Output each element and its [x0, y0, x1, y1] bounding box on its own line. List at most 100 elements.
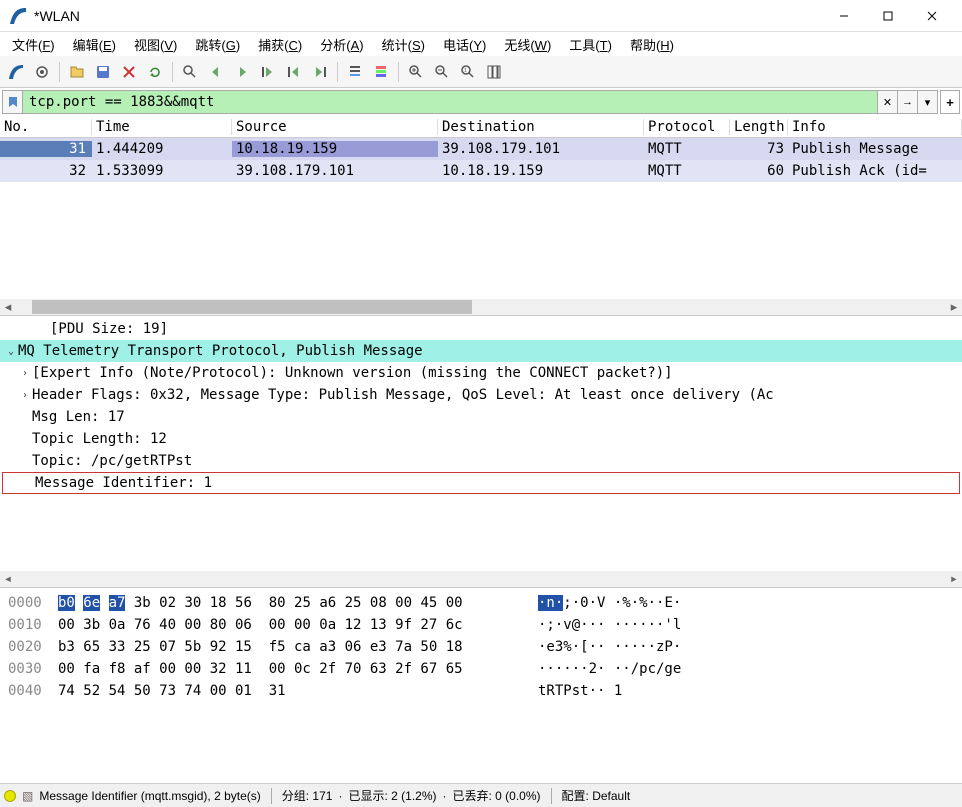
zoom-reset-button[interactable]: 1 [456, 60, 480, 84]
scroll-left-icon[interactable]: ◂ [0, 299, 16, 315]
display-filter-input[interactable] [22, 90, 878, 114]
capture-file-icon[interactable]: ▧ [22, 789, 33, 803]
cell-destination: 39.108.179.101 [438, 141, 644, 157]
close-file-button[interactable] [117, 60, 141, 84]
expander-icon[interactable]: ⌄ [4, 346, 18, 357]
expander-icon[interactable]: › [18, 368, 32, 379]
column-header-destination[interactable]: Destination [438, 119, 644, 135]
column-header-length[interactable]: Length [730, 119, 788, 135]
status-bar: ▧ Message Identifier (mqtt.msgid), 2 byt… [0, 783, 962, 807]
go-to-last-button[interactable] [308, 60, 332, 84]
hex-row[interactable]: 0000b0 6e a7 3b 02 30 18 56 80 25 a6 25 … [8, 592, 954, 614]
go-back-button[interactable] [204, 60, 228, 84]
scroll-right-icon[interactable]: ▸ [946, 299, 962, 315]
close-button[interactable] [910, 2, 954, 30]
hex-bytes: 00 fa f8 af 00 00 32 11 00 0c 2f 70 63 2… [58, 658, 538, 680]
minimize-button[interactable] [822, 2, 866, 30]
find-packet-button[interactable] [178, 60, 202, 84]
hex-ascii: ·;·v@··· ······'l [538, 617, 681, 633]
wireshark-fin-icon [8, 6, 28, 26]
column-header-info[interactable]: Info [788, 119, 962, 135]
go-to-packet-button[interactable] [256, 60, 280, 84]
packet-list-body[interactable]: 311.44420910.18.19.15939.108.179.101MQTT… [0, 138, 962, 299]
hex-ascii: ······2· ··/pc/ge [538, 661, 681, 677]
column-header-source[interactable]: Source [232, 119, 438, 135]
maximize-button[interactable] [866, 2, 910, 30]
menu-item[interactable]: 电话(Y) [435, 33, 494, 56]
hex-row[interactable]: 001000 3b 0a 76 40 00 80 06 00 00 0a 12 … [8, 614, 954, 636]
hex-ascii: ·e3%·[·· ·····zP· [538, 639, 681, 655]
reload-button[interactable] [143, 60, 167, 84]
tree-node-text: Header Flags: 0x32, Message Type: Publis… [32, 387, 774, 403]
colorize-button[interactable] [369, 60, 393, 84]
menu-item[interactable]: 文件(F) [4, 33, 63, 56]
filter-apply-button[interactable]: → [898, 90, 918, 114]
packet-details-pane: [PDU Size: 19]⌄MQ Telemetry Transport Pr… [0, 316, 962, 588]
column-header-time[interactable]: Time [92, 119, 232, 135]
menu-item[interactable]: 编辑(E) [65, 33, 124, 56]
scroll-right-icon[interactable]: ▸ [946, 571, 962, 587]
hex-row[interactable]: 003000 fa f8 af 00 00 32 11 00 0c 2f 70 … [8, 658, 954, 680]
tree-node[interactable]: ›[Expert Info (Note/Protocol): Unknown v… [0, 362, 962, 384]
menu-item[interactable]: 分析(A) [312, 33, 371, 56]
cell-time: 1.444209 [92, 141, 232, 157]
go-forward-button[interactable] [230, 60, 254, 84]
packet-details-scrollbar-x[interactable]: ◂ ▸ [0, 571, 962, 587]
save-button[interactable] [91, 60, 115, 84]
cell-length: 73 [730, 141, 788, 157]
tree-node[interactable]: Msg Len: 17 [0, 406, 962, 428]
window-title: *WLAN [34, 8, 822, 24]
expert-info-icon[interactable] [4, 790, 16, 802]
go-to-first-button[interactable] [282, 60, 306, 84]
tree-node[interactable]: ⌄MQ Telemetry Transport Protocol, Publis… [0, 340, 962, 362]
tree-node[interactable]: Topic Length: 12 [0, 428, 962, 450]
filter-clear-button[interactable]: ✕ [878, 90, 898, 114]
wireshark-icon[interactable] [4, 60, 28, 84]
packet-details-tree[interactable]: [PDU Size: 19]⌄MQ Telemetry Transport Pr… [0, 316, 962, 571]
zoom-in-button[interactable] [404, 60, 428, 84]
resize-columns-button[interactable] [482, 60, 506, 84]
tree-node-text: Topic Length: 12 [32, 431, 167, 447]
scroll-left-icon[interactable]: ◂ [0, 571, 16, 587]
menu-bar: 文件(F)编辑(E)视图(V)跳转(G)捕获(C)分析(A)统计(S)电话(Y)… [0, 32, 962, 56]
tree-node[interactable]: Topic: /pc/getRTPst [0, 450, 962, 472]
tree-node[interactable]: [PDU Size: 19] [0, 318, 962, 340]
auto-scroll-button[interactable] [343, 60, 367, 84]
column-header-protocol[interactable]: Protocol [644, 119, 730, 135]
tree-node[interactable]: Message Identifier: 1 [2, 472, 960, 494]
menu-item[interactable]: 视图(V) [126, 33, 185, 56]
column-header-no[interactable]: No. [0, 119, 92, 135]
hex-row[interactable]: 0020b3 65 33 25 07 5b 92 15 f5 ca a3 06 … [8, 636, 954, 658]
tree-node[interactable]: ›Header Flags: 0x32, Message Type: Publi… [0, 384, 962, 406]
hex-bytes: b3 65 33 25 07 5b 92 15 f5 ca a3 06 e3 7… [58, 636, 538, 658]
capture-options-button[interactable] [30, 60, 54, 84]
status-displayed: 已显示: 2 (1.2%) [348, 787, 436, 804]
menu-item[interactable]: 统计(S) [374, 33, 433, 56]
tree-node-text: MQ Telemetry Transport Protocol, Publish… [18, 343, 423, 359]
hex-row[interactable]: 004074 52 54 50 73 74 00 01 31tRTPst·· 1 [8, 680, 954, 702]
tree-node-text: Msg Len: 17 [32, 409, 125, 425]
menu-item[interactable]: 帮助(H) [622, 33, 682, 56]
expander-icon[interactable]: › [18, 390, 32, 401]
filter-recent-button[interactable]: ▾ [918, 90, 938, 114]
zoom-out-button[interactable] [430, 60, 454, 84]
open-file-button[interactable] [65, 60, 89, 84]
scroll-thumb[interactable] [32, 300, 472, 314]
cell-no: 31 [0, 141, 92, 157]
cell-length: 60 [730, 163, 788, 179]
status-dropped: 已丢弃: 0 (0.0%) [453, 787, 541, 804]
packet-list-scrollbar-x[interactable]: ◂ ▸ [0, 299, 962, 315]
packet-list-pane: No. Time Source Destination Protocol Len… [0, 116, 962, 316]
packet-row[interactable]: 311.44420910.18.19.15939.108.179.101MQTT… [0, 138, 962, 160]
packet-row[interactable]: 321.53309939.108.179.10110.18.19.159MQTT… [0, 160, 962, 182]
tree-node-text: Topic: /pc/getRTPst [32, 453, 192, 469]
menu-item[interactable]: 跳转(G) [187, 33, 248, 56]
hex-ascii: tRTPst·· 1 [538, 683, 622, 699]
menu-item[interactable]: 捕获(C) [250, 33, 310, 56]
filter-bookmark-icon[interactable] [2, 90, 22, 114]
filter-add-button[interactable]: + [940, 90, 960, 114]
menu-item[interactable]: 工具(T) [561, 33, 620, 56]
menu-item[interactable]: 无线(W) [496, 33, 559, 56]
packet-bytes-pane[interactable]: 0000b0 6e a7 3b 02 30 18 56 80 25 a6 25 … [0, 588, 962, 783]
cell-info: Publish Message [788, 141, 962, 157]
